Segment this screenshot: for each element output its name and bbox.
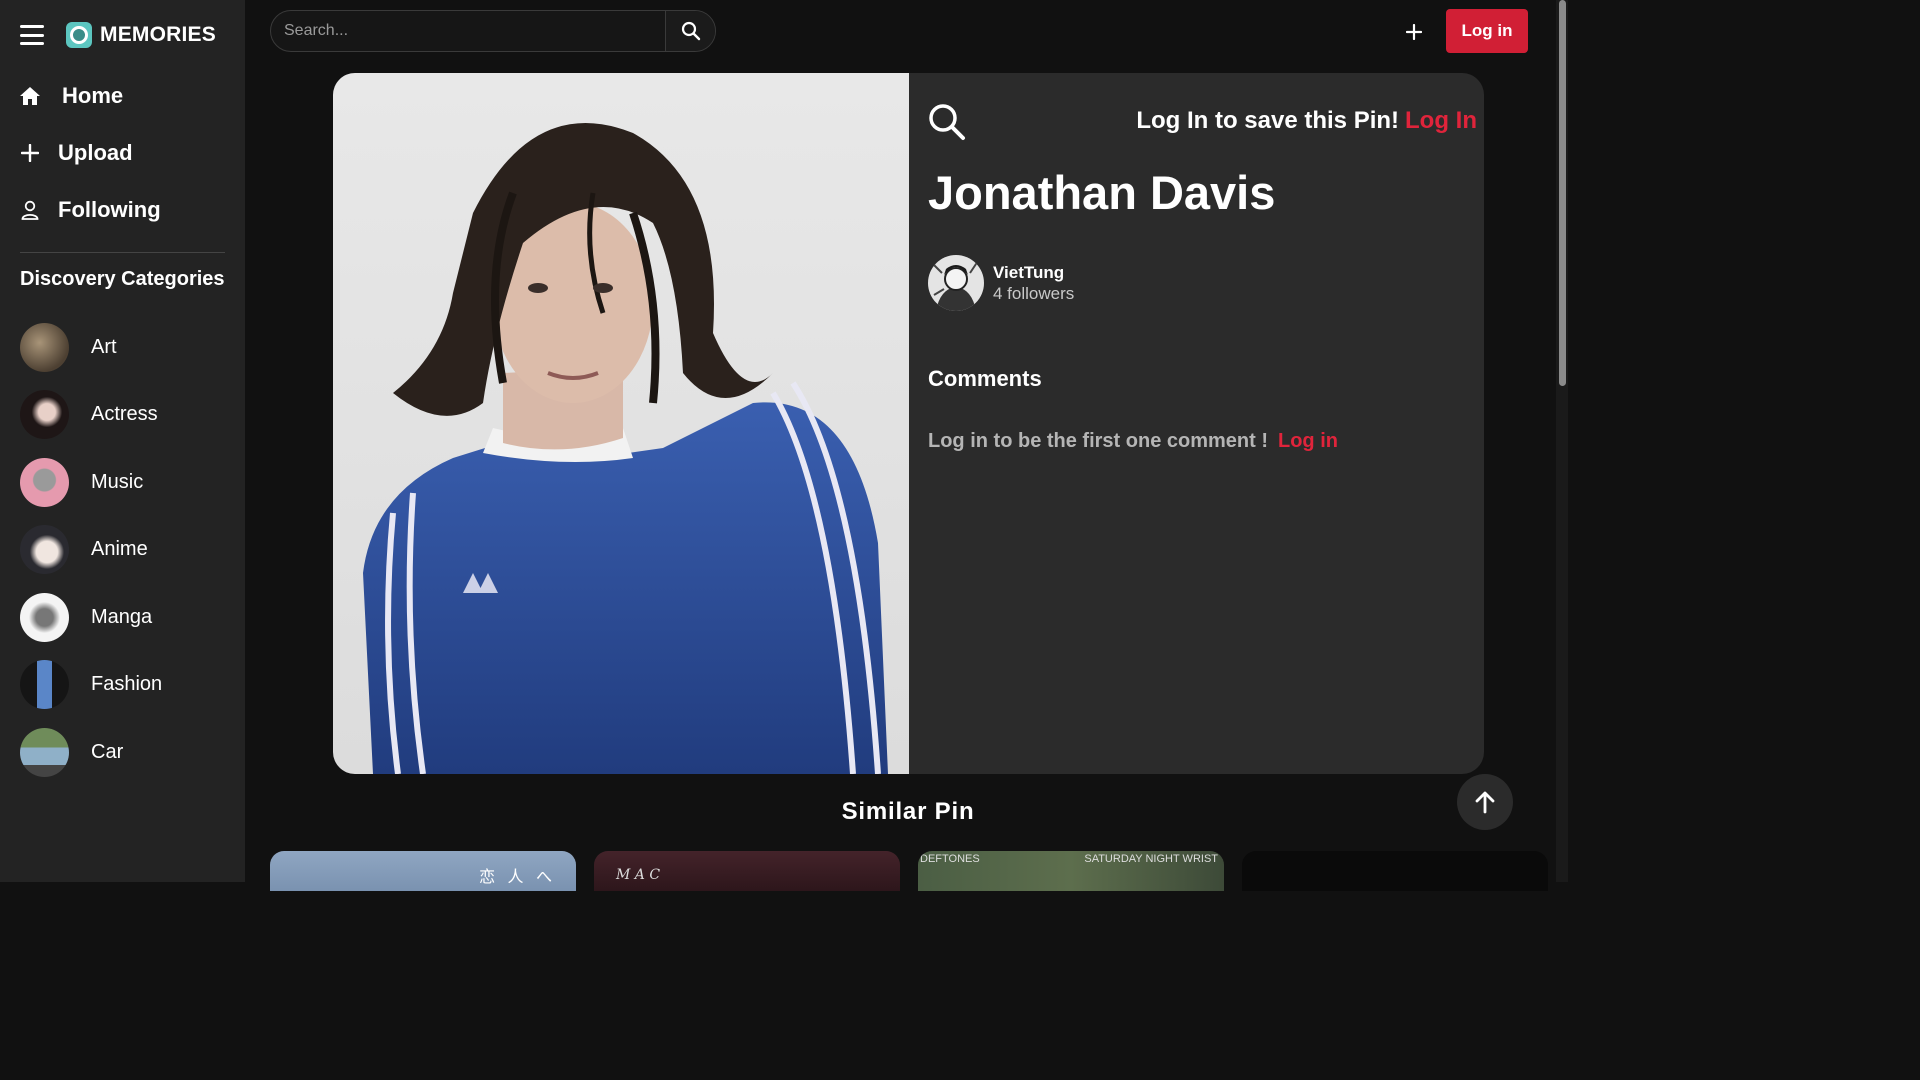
author-info[interactable]: VietTung 4 followers	[928, 255, 1074, 311]
sidebar: MEMORIES Home Upload Following Discovery…	[0, 0, 245, 882]
author-meta: VietTung 4 followers	[993, 263, 1074, 304]
nav-item-upload[interactable]: Upload	[18, 135, 228, 171]
comments-empty-text: Log in to be the first one comment !	[928, 430, 1268, 452]
similar-pin-card[interactable]: M A C	[594, 851, 900, 891]
category-item-manga[interactable]: Manga	[20, 592, 162, 642]
pin-details: Log In to save this Pin! Log In Jonathan …	[928, 73, 1477, 774]
search-bar	[270, 10, 716, 52]
category-label: Art	[91, 335, 117, 358]
category-label: Music	[91, 470, 144, 493]
category-item-music[interactable]: Music	[20, 457, 162, 507]
category-avatar-car	[20, 727, 69, 777]
comments-empty-state: Log in to be the first one comment ! Log …	[928, 430, 1338, 453]
save-prompt-text: Log In to save this Pin!	[1136, 107, 1400, 134]
plus-icon	[18, 141, 42, 165]
similar-pins-grid: 恋 人 へ M A C DEFTONES SATURDAY NIGHT WRIS…	[270, 851, 1566, 891]
scrollbar-thumb[interactable]	[1559, 0, 1566, 386]
category-item-anime[interactable]: Anime	[20, 525, 162, 575]
save-prompt: Log In to save this Pin! Log In	[1136, 107, 1477, 135]
search-icon	[681, 21, 700, 41]
memories-logo-icon[interactable]	[66, 22, 92, 48]
zoom-search-icon[interactable]	[928, 103, 966, 141]
similar-pins-heading: Similar Pin	[841, 798, 975, 825]
search-button[interactable]	[665, 11, 715, 51]
category-label: Car	[91, 740, 124, 763]
nav-label-home: Home	[62, 83, 124, 108]
category-item-car[interactable]: Car	[20, 727, 162, 777]
similar-pin-text-right: SATURDAY NIGHT WRIST	[1084, 853, 1218, 865]
brand: MEMORIES	[20, 18, 216, 52]
login-button[interactable]: Log in	[1446, 9, 1528, 53]
similar-pin-text: M A C	[616, 867, 661, 883]
category-item-fashion[interactable]: Fashion	[20, 660, 162, 710]
category-label: Fashion	[91, 673, 163, 695]
create-pin-button[interactable]	[1402, 20, 1426, 44]
nav-item-following[interactable]: Following	[18, 192, 228, 228]
pin-title: Jonathan Davis	[928, 166, 1276, 219]
similar-pin-text-left: DEFTONES	[920, 853, 980, 865]
category-avatar-anime	[20, 525, 69, 574]
similar-pin-text: 恋 人 へ	[479, 869, 556, 886]
app-root: MEMORIES Home Upload Following Discovery…	[0, 0, 1568, 891]
category-label: Anime	[91, 538, 148, 560]
category-item-art[interactable]: Art	[20, 322, 162, 372]
category-avatar-actress	[20, 390, 69, 439]
category-list: Art Actress Music Anime Manga Fashion Ca…	[20, 322, 162, 795]
hamburger-menu-icon[interactable]	[20, 25, 44, 45]
nav-label-upload: Upload	[58, 140, 133, 165]
category-avatar-art	[20, 322, 69, 372]
category-item-actress[interactable]: Actress	[20, 390, 162, 440]
search-input[interactable]	[271, 11, 665, 51]
nav-item-home[interactable]: Home	[18, 78, 228, 114]
save-login-link[interactable]: Log In	[1405, 107, 1477, 134]
pin-image[interactable]	[333, 73, 909, 774]
sidebar-divider	[20, 252, 225, 253]
home-icon	[18, 84, 42, 108]
similar-pin-card[interactable]: 恋 人 へ	[270, 851, 576, 891]
author-followers: 4 followers	[993, 283, 1075, 303]
nav-label-following: Following	[58, 197, 161, 222]
plus-icon	[1406, 24, 1422, 40]
brand-name[interactable]: MEMORIES	[100, 23, 216, 47]
category-avatar-manga	[20, 592, 69, 642]
similar-pin-card[interactable]	[1242, 851, 1548, 891]
category-label: Actress	[91, 403, 158, 425]
category-label: Manga	[91, 605, 153, 628]
main-nav: Home Upload Following	[18, 78, 228, 249]
categories-title: Discovery Categories	[20, 268, 225, 290]
category-avatar-music	[20, 457, 69, 507]
pin-card: Log In to save this Pin! Log In Jonathan …	[333, 73, 1484, 774]
user-icon	[18, 198, 42, 222]
comments-login-link[interactable]: Log in	[1278, 430, 1338, 452]
similar-pin-card[interactable]: DEFTONES SATURDAY NIGHT WRIST	[918, 851, 1224, 891]
comments-heading: Comments	[928, 366, 1042, 391]
author-avatar[interactable]	[928, 255, 984, 311]
category-avatar-fashion	[20, 660, 69, 709]
author-name[interactable]: VietTung	[993, 263, 1074, 283]
